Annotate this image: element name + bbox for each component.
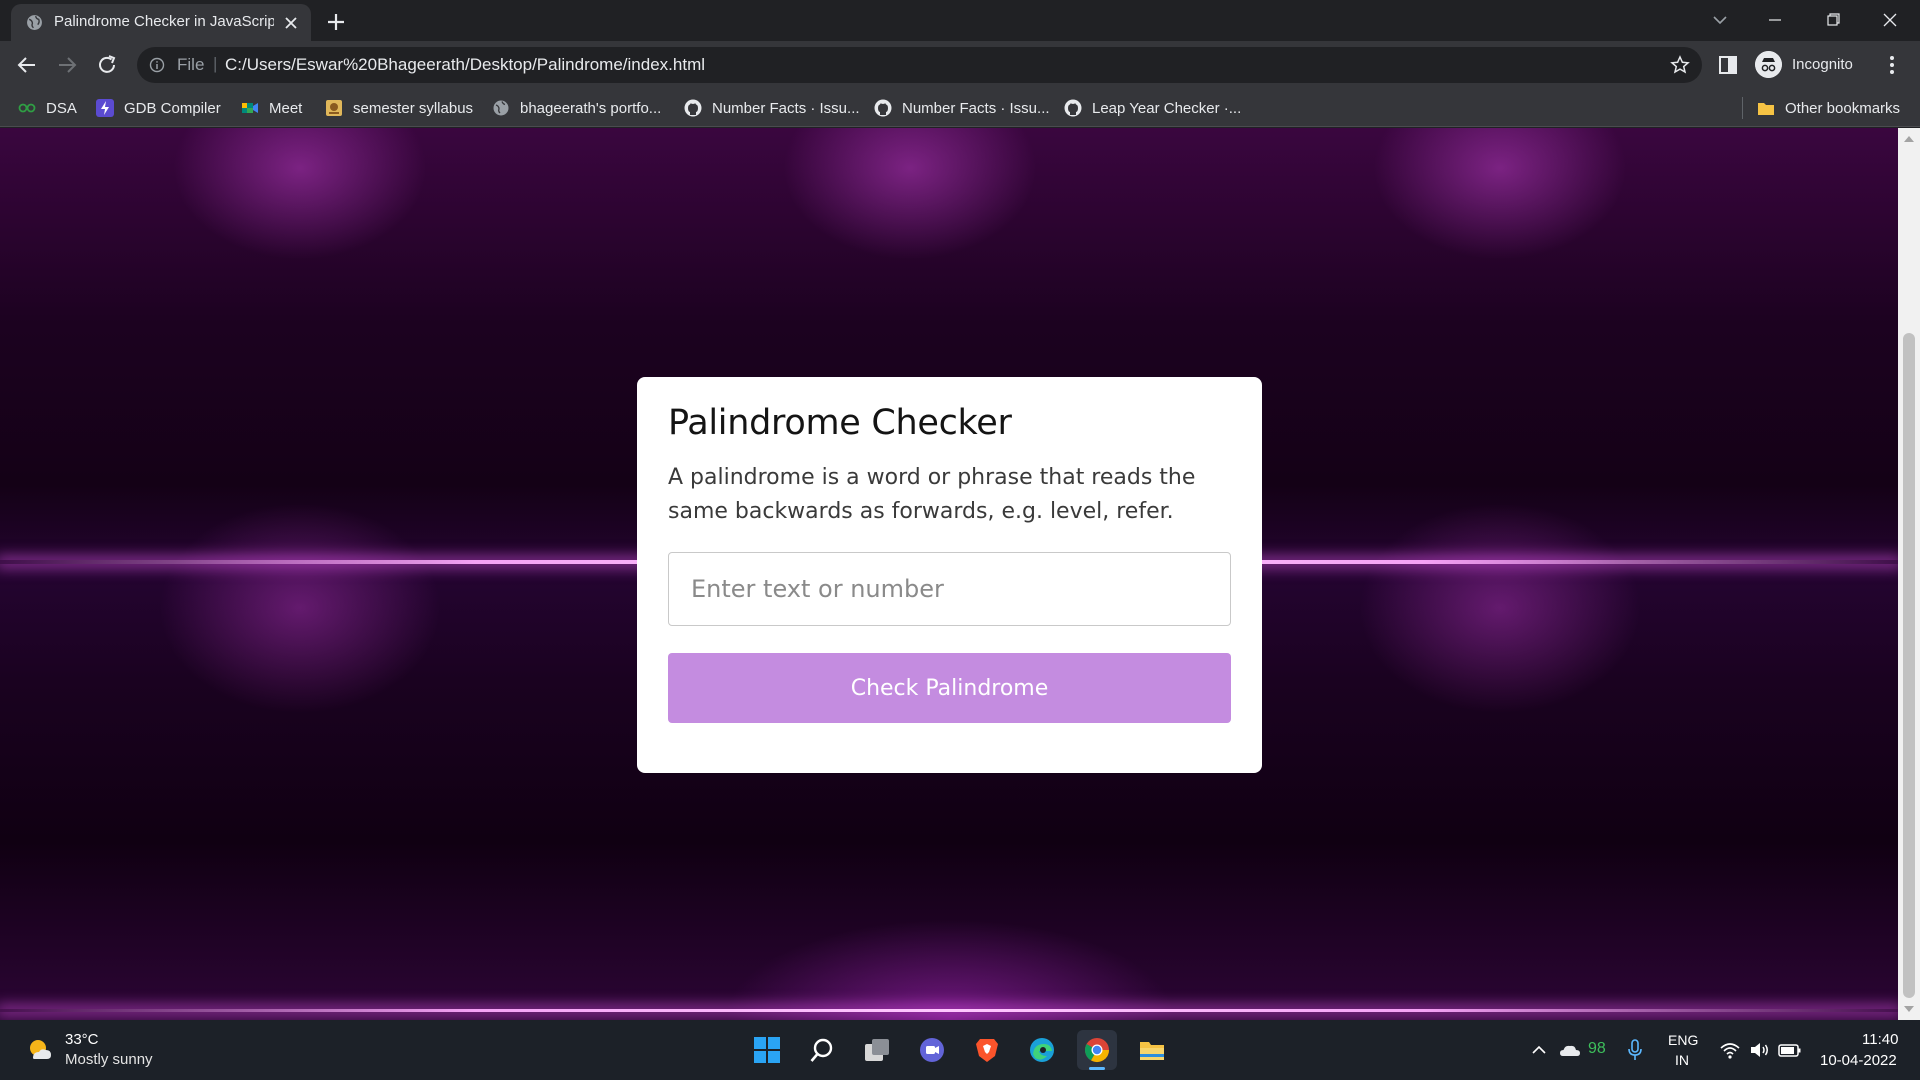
bookmark-label: DSA: [46, 99, 77, 117]
minimize-button[interactable]: [1755, 4, 1795, 36]
incognito-profile-button[interactable]: Incognito: [1752, 48, 1872, 82]
globe-icon: [27, 15, 42, 30]
bookmark-label: Number Facts · Issu...: [902, 99, 1050, 117]
bookmark-portfolio[interactable]: bhageerath's portfo...: [492, 95, 661, 121]
meet-icon: [242, 103, 258, 113]
volume-icon[interactable]: [1749, 1040, 1771, 1060]
start-icon: [754, 1037, 780, 1063]
edge-app[interactable]: [1022, 1030, 1062, 1070]
brave-app[interactable]: [967, 1030, 1007, 1070]
background-light-streak: [0, 1009, 1898, 1012]
tray-count-badge[interactable]: 98: [1588, 1040, 1606, 1058]
file-explorer-icon: [1140, 1042, 1164, 1060]
kebab-menu-icon[interactable]: [1880, 53, 1904, 77]
file-explorer-app[interactable]: [1132, 1030, 1172, 1070]
url-text[interactable]: C:/Users/Eswar%20Bhageerath/Desktop/Pali…: [225, 55, 705, 75]
chevron-up-icon[interactable]: [1530, 1041, 1548, 1059]
active-app-indicator: [1089, 1067, 1105, 1070]
bookmark-semester-syllabus[interactable]: semester syllabus: [325, 95, 473, 121]
close-tab-icon[interactable]: [282, 14, 300, 32]
palindrome-input[interactable]: [668, 552, 1231, 626]
check-palindrome-button[interactable]: Check Palindrome: [668, 653, 1231, 723]
url-scheme-label: File: [177, 55, 205, 74]
close-window-button[interactable]: [1870, 4, 1910, 36]
github-icon: [684, 99, 702, 117]
bookmark-leap-year-checker[interactable]: Leap Year Checker ·...: [1064, 95, 1241, 121]
bookmark-star-icon[interactable]: [1670, 55, 1690, 75]
start-button[interactable]: [747, 1030, 787, 1070]
page-viewport: Palindrome Checker A palindrome is a wor…: [0, 128, 1898, 1020]
info-icon[interactable]: [149, 57, 165, 73]
tab-search-icon[interactable]: [1700, 4, 1740, 36]
github-icon: [874, 99, 892, 117]
bookmarks-bar: DSA GDB Compiler Meet semester syllabus …: [0, 89, 1920, 127]
palindrome-card: Palindrome Checker A palindrome is a wor…: [637, 377, 1262, 773]
back-button[interactable]: [11, 49, 43, 81]
language-indicator[interactable]: ENG: [1668, 1032, 1698, 1048]
chrome-app[interactable]: [1077, 1030, 1117, 1070]
bookmark-number-facts-1[interactable]: Number Facts · Issu...: [684, 95, 860, 121]
battery-icon[interactable]: [1778, 1040, 1802, 1060]
language-region[interactable]: IN: [1675, 1052, 1689, 1068]
chat-button[interactable]: [912, 1030, 952, 1070]
globe-icon: [493, 100, 509, 116]
scroll-up-arrow[interactable]: [1904, 136, 1914, 142]
edge-icon: [1030, 1038, 1054, 1062]
page-scrollbar[interactable]: [1898, 128, 1920, 1020]
address-bar[interactable]: File | C:/Users/Eswar%20Bhageerath/Deskt…: [137, 47, 1702, 83]
folder-icon: [1758, 103, 1774, 115]
incognito-icon: [1755, 51, 1782, 78]
other-bookmarks-folder[interactable]: Other bookmarks: [1757, 95, 1900, 121]
weather-temperature[interactable]: 33°C: [65, 1031, 99, 1048]
bookmark-label: semester syllabus: [353, 99, 474, 117]
windows-taskbar: 33°C Mostly sunny 98 ENG IN 11:40 10-04-…: [0, 1020, 1920, 1080]
browser-tab[interactable]: Palindrome Checker in JavaScript: [11, 4, 311, 41]
bookmark-label: GDB Compiler: [124, 99, 221, 117]
side-panel-icon[interactable]: [1717, 54, 1739, 76]
task-view-icon: [865, 1039, 889, 1061]
page-title: Palindrome Checker: [668, 403, 1012, 443]
restore-button[interactable]: [1813, 4, 1853, 36]
browser-toolbar: File | C:/Users/Eswar%20Bhageerath/Deskt…: [0, 41, 1920, 89]
bookmark-number-facts-2[interactable]: Number Facts · Issu...: [874, 95, 1050, 121]
chat-icon: [920, 1038, 944, 1062]
task-view-button[interactable]: [857, 1030, 897, 1070]
dsa-icon: [18, 103, 36, 113]
onedrive-icon[interactable]: [1559, 1040, 1581, 1060]
brave-icon: [976, 1039, 998, 1062]
clock-time[interactable]: 11:40: [1862, 1031, 1898, 1048]
bolt-icon: [96, 99, 114, 117]
bookmark-label: bhageerath's portfo...: [520, 99, 662, 117]
bookmark-label: Meet: [269, 99, 303, 117]
other-bookmarks-label: Other bookmarks: [1785, 99, 1901, 117]
microphone-icon[interactable]: [1626, 1038, 1644, 1062]
search-button[interactable]: [802, 1030, 842, 1070]
bookmarks-divider: [1742, 97, 1743, 119]
bookmark-label: Leap Year Checker ·...: [1092, 99, 1242, 117]
reload-button[interactable]: [91, 49, 123, 81]
bookmark-gdb-compiler[interactable]: GDB Compiler: [96, 95, 221, 121]
bookmark-meet[interactable]: Meet: [241, 95, 302, 121]
chrome-icon: [1084, 1038, 1109, 1063]
weather-sun-icon[interactable]: [26, 1036, 54, 1064]
scroll-down-arrow[interactable]: [1904, 1006, 1914, 1012]
document-icon: [326, 100, 342, 116]
tab-title: Palindrome Checker in JavaScript: [54, 13, 274, 30]
bookmark-dsa[interactable]: DSA: [18, 95, 77, 121]
forward-button[interactable]: [51, 49, 83, 81]
tab-strip: Palindrome Checker in JavaScript: [0, 0, 1920, 41]
weather-description[interactable]: Mostly sunny: [65, 1051, 153, 1068]
github-icon: [1064, 99, 1082, 117]
new-tab-button[interactable]: [322, 8, 350, 36]
page-description: A palindrome is a word or phrase that re…: [668, 465, 1196, 524]
url-separator: |: [213, 54, 218, 73]
clock-date[interactable]: 10-04-2022: [1820, 1052, 1897, 1069]
wifi-icon[interactable]: [1719, 1040, 1741, 1060]
bookmark-label: Number Facts · Issu...: [712, 99, 860, 117]
profile-label: Incognito: [1792, 56, 1853, 73]
scroll-thumb[interactable]: [1903, 333, 1915, 998]
search-icon: [810, 1038, 833, 1062]
